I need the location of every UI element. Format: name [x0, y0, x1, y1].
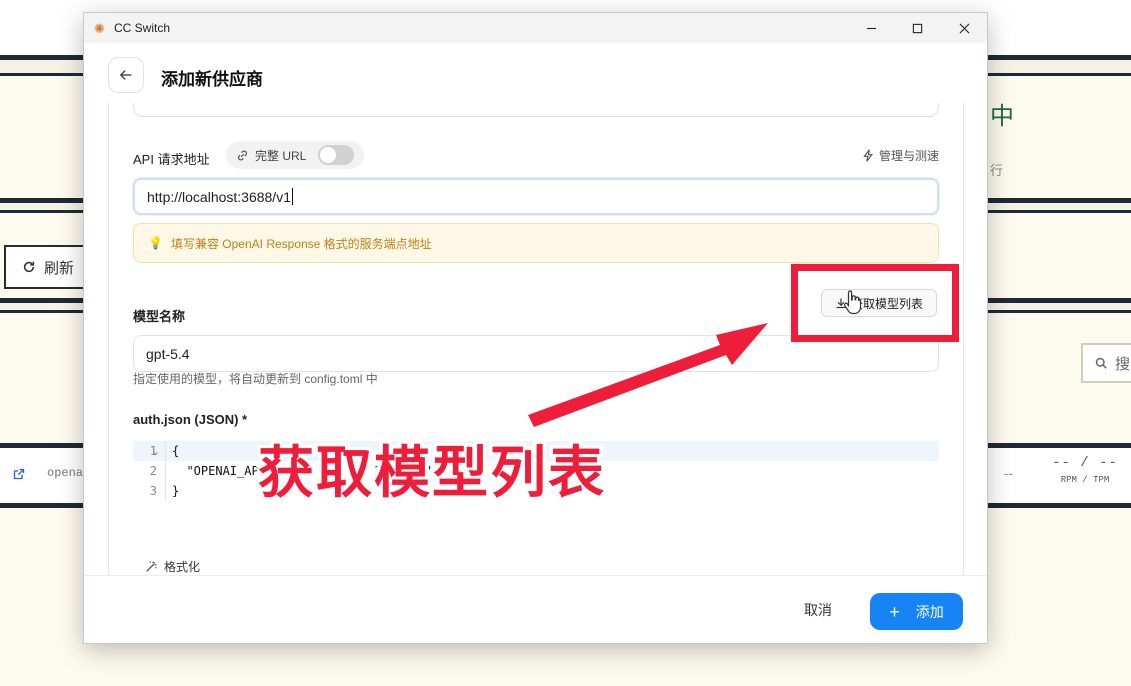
line-number: 1 ⌄: [149, 444, 159, 458]
close-icon: [959, 23, 969, 33]
minimize-icon: [866, 27, 876, 29]
refresh-button[interactable]: 刷新: [4, 245, 86, 289]
external-link-icon[interactable]: [13, 468, 25, 480]
lightning-icon: [863, 149, 873, 162]
api-url-value: http://localhost:3688/v1: [147, 188, 291, 205]
refresh-icon: [23, 261, 35, 273]
bg-search-input[interactable]: 搜: [1081, 343, 1131, 383]
text-caret: [292, 188, 293, 205]
window-title: CC Switch: [114, 21, 171, 35]
add-label: 添加: [915, 603, 944, 620]
highlight-box: [791, 264, 959, 342]
code-text: }: [172, 484, 180, 498]
bg-provider-name: opena: [47, 466, 84, 480]
api-url-hint: 💡 填写兼容 OpenAI Response 格式的服务端点地址: [133, 223, 939, 263]
model-label: 模型名称: [133, 309, 186, 324]
plus-icon: +: [889, 601, 900, 622]
search-icon: [1095, 357, 1107, 369]
dialog-header: 添加新供应商: [84, 43, 987, 103]
sun-icon: ✺: [94, 20, 105, 36]
close-button[interactable]: [941, 13, 987, 43]
full-url-switch[interactable]: [318, 145, 355, 165]
bg-rpm-label: RPM / TPM: [1060, 475, 1110, 485]
maximize-button[interactable]: [894, 13, 940, 43]
back-button[interactable]: [108, 57, 144, 93]
lightbulb-icon: 💡: [148, 236, 163, 250]
format-button[interactable]: 格式化: [145, 558, 200, 575]
code-text: {: [172, 444, 180, 458]
bg-subtext-char: 行: [990, 163, 1004, 178]
line-number: 2: [149, 464, 157, 478]
maximize-icon: [912, 23, 922, 33]
manage-speedtest-button[interactable]: 管理与测速: [862, 147, 939, 164]
api-url-hint-text: 填写兼容 OpenAI Response 格式的服务端点地址: [170, 236, 432, 251]
model-helper-text: 指定使用的模型，将自动更新到 config.toml 中: [133, 372, 378, 386]
full-url-label: 完整 URL: [255, 148, 307, 163]
bg-heading-char: 中: [990, 102, 1014, 130]
dialog-footer: 取消 + 添加: [84, 575, 987, 643]
bg-rpm-tpm: -- / -- RPM / TPM: [1040, 455, 1130, 485]
annotation-arrow: [528, 323, 768, 427]
manage-label: 管理与测速: [878, 149, 939, 163]
auth-json-label: auth.json (JSON) *: [133, 412, 248, 427]
link-icon: [238, 150, 247, 160]
refresh-label: 刷新: [44, 259, 75, 277]
api-url-input[interactable]: http://localhost:3688/v1: [133, 178, 939, 215]
cancel-button[interactable]: 取消: [804, 600, 832, 620]
fold-chevron-icon[interactable]: ⌄: [153, 447, 158, 457]
arrow-left-icon: [119, 70, 132, 80]
title-bar[interactable]: ✺ CC Switch: [84, 13, 987, 43]
bg-dash: --: [1004, 466, 1013, 481]
format-label: 格式化: [164, 560, 201, 574]
bg-search-placeholder: 搜: [1115, 355, 1131, 373]
line-number: 3: [149, 484, 157, 498]
bg-rpm-value: -- / --: [1052, 455, 1118, 471]
magic-wand-icon: [146, 561, 157, 572]
annotation-caption: 获取模型列表: [258, 441, 606, 506]
minimize-button[interactable]: [848, 13, 894, 43]
model-value: gpt-5.4: [146, 345, 190, 362]
api-url-label: API 请求地址: [133, 152, 210, 167]
page-title: 添加新供应商: [161, 70, 263, 89]
full-url-toggle[interactable]: 完整 URL: [226, 141, 364, 169]
add-button[interactable]: + 添加: [870, 593, 963, 630]
previous-input[interactable]: [133, 103, 939, 117]
